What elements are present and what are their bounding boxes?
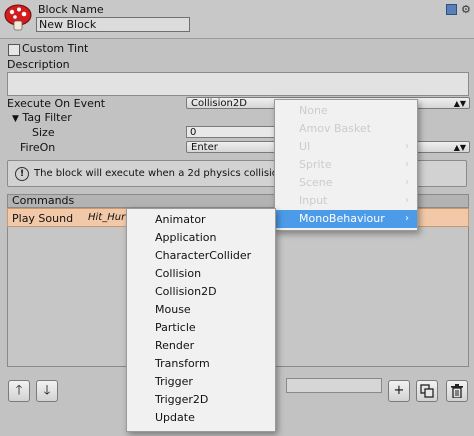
size-label: Size [32, 126, 55, 139]
foldout-triangle-icon: ▼ [12, 114, 19, 124]
command-name: Play Sound [12, 212, 74, 225]
trash-icon [451, 384, 463, 399]
submenu-item-update[interactable]: Update [127, 409, 275, 427]
move-down-button[interactable]: 🡓 [36, 380, 58, 402]
execute-on-event-label: Execute On Event [7, 97, 106, 110]
info-icon: ! [15, 167, 29, 181]
arrow-up-icon: 🡑 [15, 383, 23, 398]
chevron-right-icon: › [405, 159, 409, 170]
command-search-field[interactable] [286, 378, 382, 393]
custom-tint-checkbox[interactable] [8, 44, 20, 56]
description-label: Description [7, 58, 70, 71]
event-category-menu: None Amov Basket UI › Sprite › Scene › Inpu… [274, 99, 418, 231]
fire-on-label: FireOn [20, 141, 56, 154]
description-field[interactable] [7, 72, 469, 96]
menu-item-category[interactable]: Sprite › [275, 156, 417, 174]
submenu-item-collision2d[interactable]: Collision2D [127, 283, 275, 301]
menu-item-category[interactable]: Input › [275, 192, 417, 210]
submenu-item-trigger[interactable]: Trigger [127, 373, 275, 391]
submenu-item-application[interactable]: Application [127, 229, 275, 247]
custom-tint-label: Custom Tint [22, 42, 89, 55]
size-field[interactable]: 0 [186, 126, 276, 138]
monobehaviour-submenu: Animator Application CharacterCollider C… [126, 208, 276, 432]
fire-on-value: Enter [191, 142, 218, 153]
block-name-label: Block Name [38, 3, 104, 16]
header-icons: ⚙ [446, 4, 472, 16]
arrow-down-icon: 🡓 [43, 383, 51, 398]
menu-item-none[interactable]: None [275, 102, 417, 120]
tag-filter-foldout[interactable]: ▼ Tag Filter [12, 111, 72, 124]
chevron-right-icon: › [405, 177, 409, 188]
chevron-right-icon: › [405, 213, 409, 224]
submenu-item-animator[interactable]: Animator [127, 211, 275, 229]
header-divider [0, 38, 474, 39]
chevron-right-icon: › [405, 195, 409, 206]
menu-item-category[interactable]: Amov Basket [275, 120, 417, 138]
book-icon[interactable] [446, 4, 457, 15]
submenu-item-trigger2d[interactable]: Trigger2D [127, 391, 275, 409]
add-command-button[interactable]: + [388, 380, 410, 402]
menu-item-monobehaviour[interactable]: MonoBehaviour › [275, 210, 417, 228]
move-up-button[interactable]: 🡑 [8, 380, 30, 402]
chevron-right-icon: › [405, 141, 409, 152]
execute-on-event-value: Collision2D [191, 98, 247, 109]
dropdown-arrow-icon: ▲▼ [453, 99, 466, 108]
duplicate-command-button[interactable] [416, 380, 438, 402]
tag-filter-label: Tag Filter [22, 111, 72, 124]
delete-command-button[interactable] [446, 380, 468, 402]
block-name-input[interactable]: New Block [36, 17, 190, 32]
submenu-item-render[interactable]: Render [127, 337, 275, 355]
mushroom-logo-icon [4, 4, 32, 31]
menu-item-category[interactable]: UI › [275, 138, 417, 156]
submenu-item-transform[interactable]: Transform [127, 355, 275, 373]
duplicate-icon [420, 384, 434, 398]
menu-item-category[interactable]: Scene › [275, 174, 417, 192]
submenu-item-mouse[interactable]: Mouse [127, 301, 275, 319]
submenu-item-collision[interactable]: Collision [127, 265, 275, 283]
submenu-item-particle[interactable]: Particle [127, 319, 275, 337]
dropdown-arrow-icon: ▲▼ [453, 143, 466, 152]
gear-icon[interactable]: ⚙ [461, 4, 472, 15]
submenu-item-charactercollider[interactable]: CharacterCollider [127, 247, 275, 265]
